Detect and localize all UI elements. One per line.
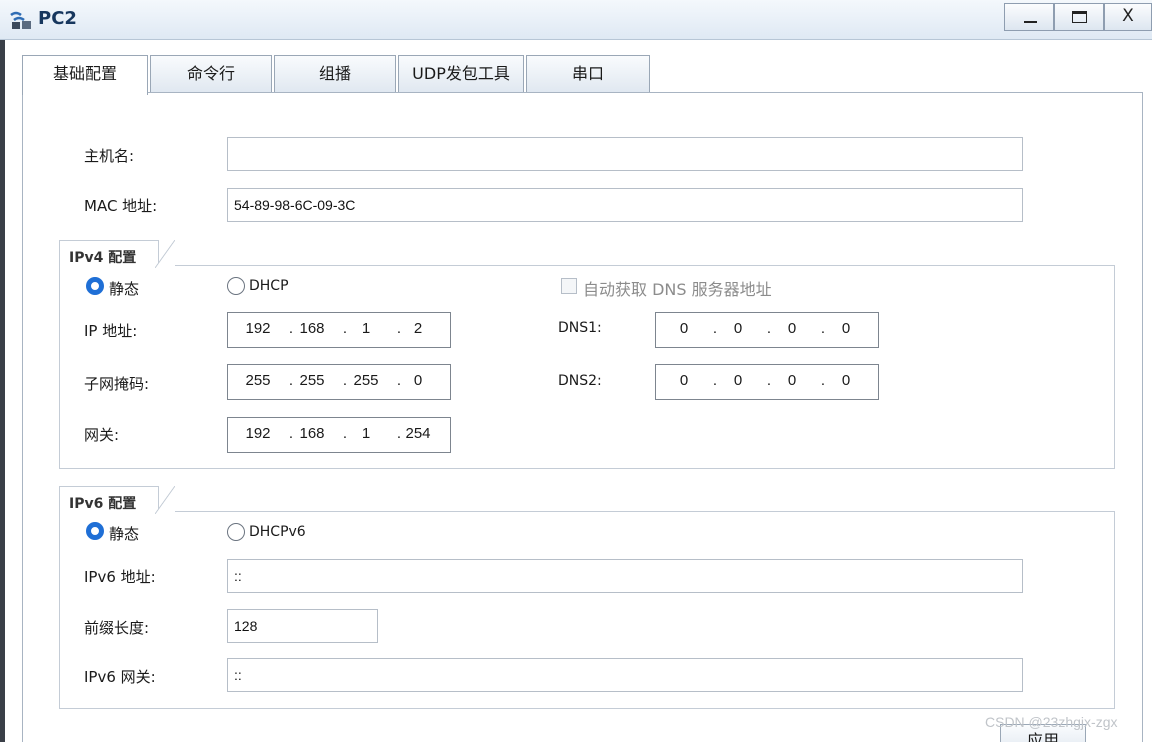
ipv6-dhcp-label: DHCPv6 <box>249 524 306 540</box>
mask-octet-1: 255 <box>245 372 271 389</box>
ipv4-dhcp-radio[interactable] <box>227 277 245 295</box>
ipv6-static-label: 静态 <box>109 525 140 543</box>
dns1-input[interactable]: 0 . 0 . 0 . 0 <box>655 312 879 348</box>
tab-multicast[interactable]: 组播 <box>274 55 396 94</box>
ip-octet-1: 192 <box>245 320 271 337</box>
subnet-mask-input[interactable]: 255 . 255 . 255 . 0 <box>227 364 451 400</box>
dns1-octet-1: 0 <box>679 320 689 337</box>
window-title: PC2 <box>38 8 77 29</box>
mask-octet-4: 0 <box>413 372 423 389</box>
ipv6-gateway-input[interactable]: :: <box>227 658 1023 692</box>
minimize-button[interactable] <box>1004 3 1054 31</box>
minimize-icon <box>1024 21 1037 23</box>
prefix-length-label: 前缀长度: <box>84 619 150 637</box>
subnet-mask-label: 子网掩码: <box>84 375 150 393</box>
dns2-octet-1: 0 <box>679 372 689 389</box>
auto-dns-label: 自动获取 DNS 服务器地址 <box>583 280 772 299</box>
gw-octet-2: 168 <box>299 425 325 442</box>
ipv6-static-radio[interactable] <box>86 522 104 540</box>
watermark: CSDN @23zhgjx-zgx <box>985 714 1118 730</box>
ipv6-group-title: IPv6 配置 <box>59 486 175 514</box>
tab-basic-config[interactable]: 基础配置 <box>22 55 148 95</box>
maximize-button[interactable] <box>1054 3 1104 31</box>
maximize-icon <box>1072 11 1087 23</box>
ip-address-label: IP 地址: <box>84 322 138 340</box>
mask-octet-2: 255 <box>299 372 325 389</box>
hostname-label: 主机名: <box>84 147 135 165</box>
dns2-octet-3: 0 <box>787 372 797 389</box>
mask-octet-3: 255 <box>353 372 379 389</box>
dns2-input[interactable]: 0 . 0 . 0 . 0 <box>655 364 879 400</box>
mac-label: MAC 地址: <box>84 197 158 215</box>
close-icon: X <box>1122 6 1134 26</box>
dns2-octet-4: 0 <box>841 372 851 389</box>
ipv6-address-label: IPv6 地址: <box>84 568 156 586</box>
ipv4-static-label: 静态 <box>109 280 140 298</box>
mac-input[interactable]: 54-89-98-6C-09-3C <box>227 188 1023 222</box>
ip-address-input[interactable]: 192 . 168 . 1 . 2 <box>227 312 451 348</box>
gateway-input[interactable]: 192 . 168 . 1 . 254 <box>227 417 451 453</box>
tab-serial[interactable]: 串口 <box>526 55 650 94</box>
auto-dns-checkbox[interactable] <box>561 278 577 294</box>
dns2-label: DNS2: <box>558 373 602 389</box>
gw-octet-1: 192 <box>245 425 271 442</box>
dns1-octet-3: 0 <box>787 320 797 337</box>
ipv4-group-title: IPv4 配置 <box>59 240 175 268</box>
window-left-border <box>0 40 5 742</box>
ipv6-gateway-label: IPv6 网关: <box>84 668 156 686</box>
gw-octet-4: 254 <box>405 425 431 442</box>
gateway-label: 网关: <box>84 426 120 444</box>
dns1-octet-4: 0 <box>841 320 851 337</box>
dns1-label: DNS1: <box>558 320 602 336</box>
close-button[interactable]: X <box>1104 3 1152 31</box>
ip-octet-2: 168 <box>299 320 325 337</box>
ipv6-dhcp-radio[interactable] <box>227 523 245 541</box>
hostname-input[interactable] <box>227 137 1023 171</box>
ip-octet-3: 1 <box>361 320 371 337</box>
prefix-length-input[interactable]: 128 <box>227 609 378 643</box>
ip-octet-4: 2 <box>413 320 423 337</box>
ipv6-address-input[interactable]: :: <box>227 559 1023 593</box>
title-bar: PC2 X <box>0 0 1152 40</box>
tab-command-line[interactable]: 命令行 <box>150 55 272 94</box>
dns2-octet-2: 0 <box>733 372 743 389</box>
pc-network-icon <box>10 11 31 29</box>
gw-octet-3: 1 <box>361 425 371 442</box>
tab-udp-tool[interactable]: UDP发包工具 <box>398 55 524 94</box>
dns1-octet-2: 0 <box>733 320 743 337</box>
ipv4-static-radio[interactable] <box>86 277 104 295</box>
ipv4-dhcp-label: DHCP <box>249 278 289 294</box>
